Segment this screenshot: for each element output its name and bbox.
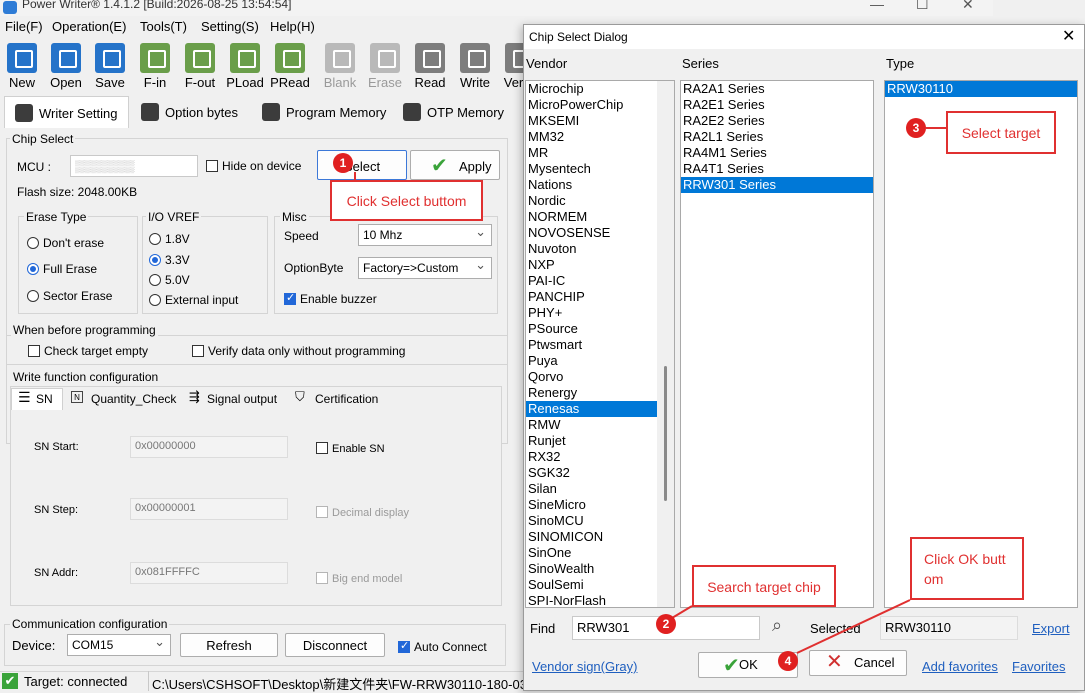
step3-badge: 3 <box>906 118 926 138</box>
step4-callout: Click OK butt om <box>910 537 1024 600</box>
step2-badge: 2 <box>656 614 676 634</box>
step1-callout: Click Select buttom <box>330 180 483 221</box>
step2-callout: Search target chip <box>692 565 836 607</box>
step3-callout: Select target <box>946 111 1056 154</box>
step1-badge: 1 <box>333 153 353 173</box>
step4-badge: 4 <box>778 651 798 671</box>
step4-connector <box>796 599 911 654</box>
step2-connector <box>671 605 693 619</box>
